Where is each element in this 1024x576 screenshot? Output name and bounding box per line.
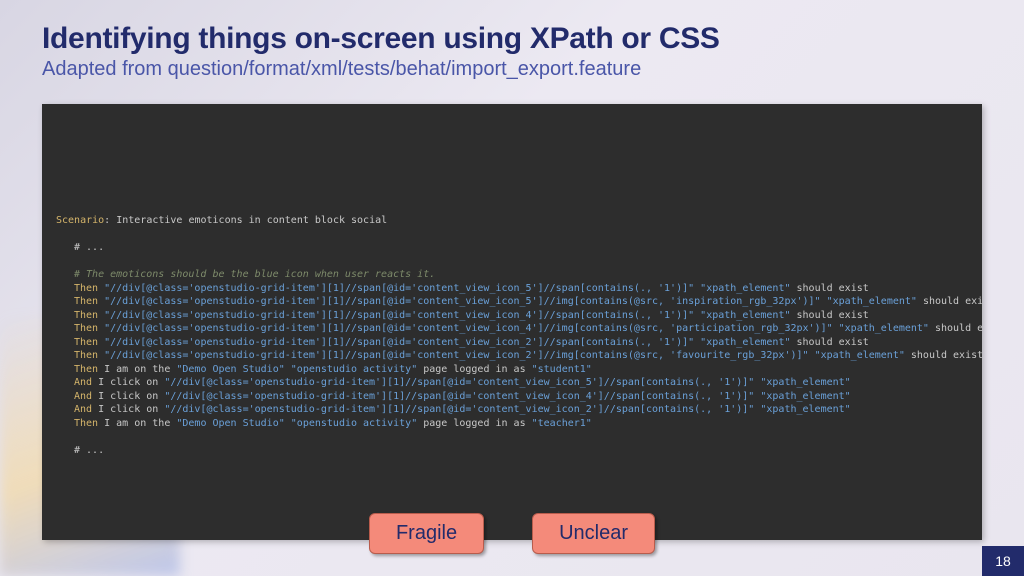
step-line: Then "//div[@class='openstudio-grid-item… [56, 295, 968, 309]
step-line: Then "//div[@class='openstudio-grid-item… [56, 309, 968, 323]
step-line: Then I am on the "Demo Open Studio" "ope… [56, 363, 968, 377]
fragile-button[interactable]: Fragile [369, 513, 484, 554]
step-line: And I click on "//div[@class='openstudio… [56, 390, 968, 404]
blank-line [56, 255, 968, 269]
title-block: Identifying things on-screen using XPath… [42, 22, 984, 81]
ellipsis-comment: # ... [56, 241, 968, 255]
ellipsis-comment: # ... [56, 444, 968, 458]
scenario-text: : Interactive emoticons in content block… [104, 215, 387, 226]
blank-line [56, 228, 968, 242]
unclear-button[interactable]: Unclear [532, 513, 655, 554]
step-line: And I click on "//div[@class='openstudio… [56, 403, 968, 417]
code-panel: Scenario: Interactive emoticons in conte… [42, 104, 982, 540]
slide-title: Identifying things on-screen using XPath… [42, 22, 984, 56]
step-line: Then "//div[@class='openstudio-grid-item… [56, 282, 968, 296]
blank-line [56, 430, 968, 444]
step-line: And I click on "//div[@class='openstudio… [56, 376, 968, 390]
reaction-comment: # The emoticons should be the blue icon … [56, 268, 968, 282]
step-line: Then "//div[@class='openstudio-grid-item… [56, 349, 968, 363]
step-line: Then "//div[@class='openstudio-grid-item… [56, 322, 968, 336]
slide: Identifying things on-screen using XPath… [0, 0, 1024, 576]
slide-subtitle: Adapted from question/format/xml/tests/b… [42, 58, 984, 81]
tag-buttons: Fragile Unclear [42, 513, 982, 554]
scenario-keyword: Scenario [56, 215, 104, 226]
page-number: 18 [982, 546, 1024, 576]
step-line: Then "//div[@class='openstudio-grid-item… [56, 336, 968, 350]
step-line: Then I am on the "Demo Open Studio" "ope… [56, 417, 968, 431]
scenario-line: Scenario: Interactive emoticons in conte… [56, 214, 968, 228]
